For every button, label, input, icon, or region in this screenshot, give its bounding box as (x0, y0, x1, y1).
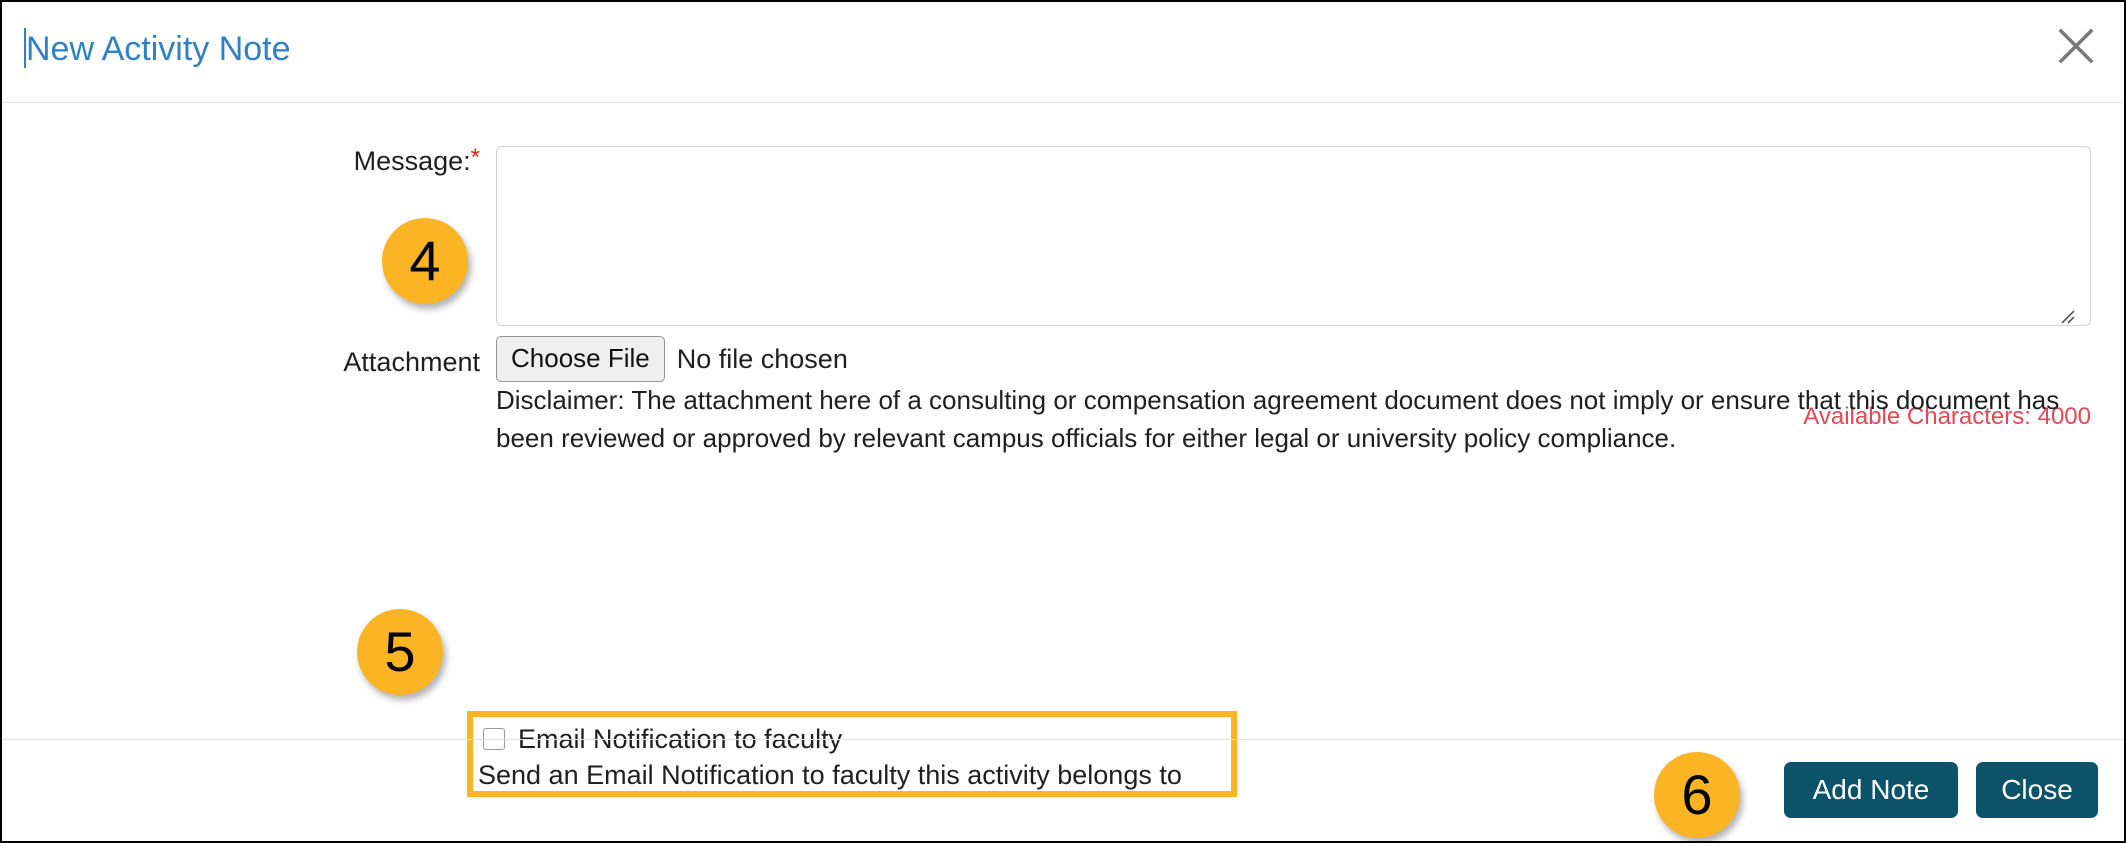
dialog-footer: Add Note Close (2, 739, 2124, 841)
required-asterisk: * (470, 144, 480, 171)
dialog-title: New Activity Note (26, 30, 291, 68)
step-badge-6: 6 (1654, 752, 1740, 838)
choose-file-button[interactable]: Choose File (496, 336, 665, 382)
close-icon[interactable] (2054, 24, 2098, 68)
close-button[interactable]: Close (1976, 762, 2098, 818)
message-textarea[interactable] (496, 146, 2091, 326)
file-input-row: Choose File No file chosen (496, 336, 848, 382)
attachment-disclaimer: Disclaimer: The attachment here of a con… (496, 385, 2060, 453)
dialog-header: New Activity Note (2, 2, 2124, 103)
dialog-body: Message:* Available Characters: 4000 Att… (2, 103, 2124, 797)
file-status-text: No file chosen (676, 344, 848, 374)
step-badge-5: 5 (357, 609, 443, 695)
step-badge-4: 4 (382, 218, 468, 304)
new-activity-note-dialog: New Activity Note Message:* Available Ch… (0, 0, 2126, 843)
add-note-button[interactable]: Add Note (1784, 762, 1958, 818)
attachment-label: Attachment (343, 347, 480, 377)
message-label-text: Message: (353, 146, 471, 176)
message-label: Message:* (350, 145, 480, 177)
